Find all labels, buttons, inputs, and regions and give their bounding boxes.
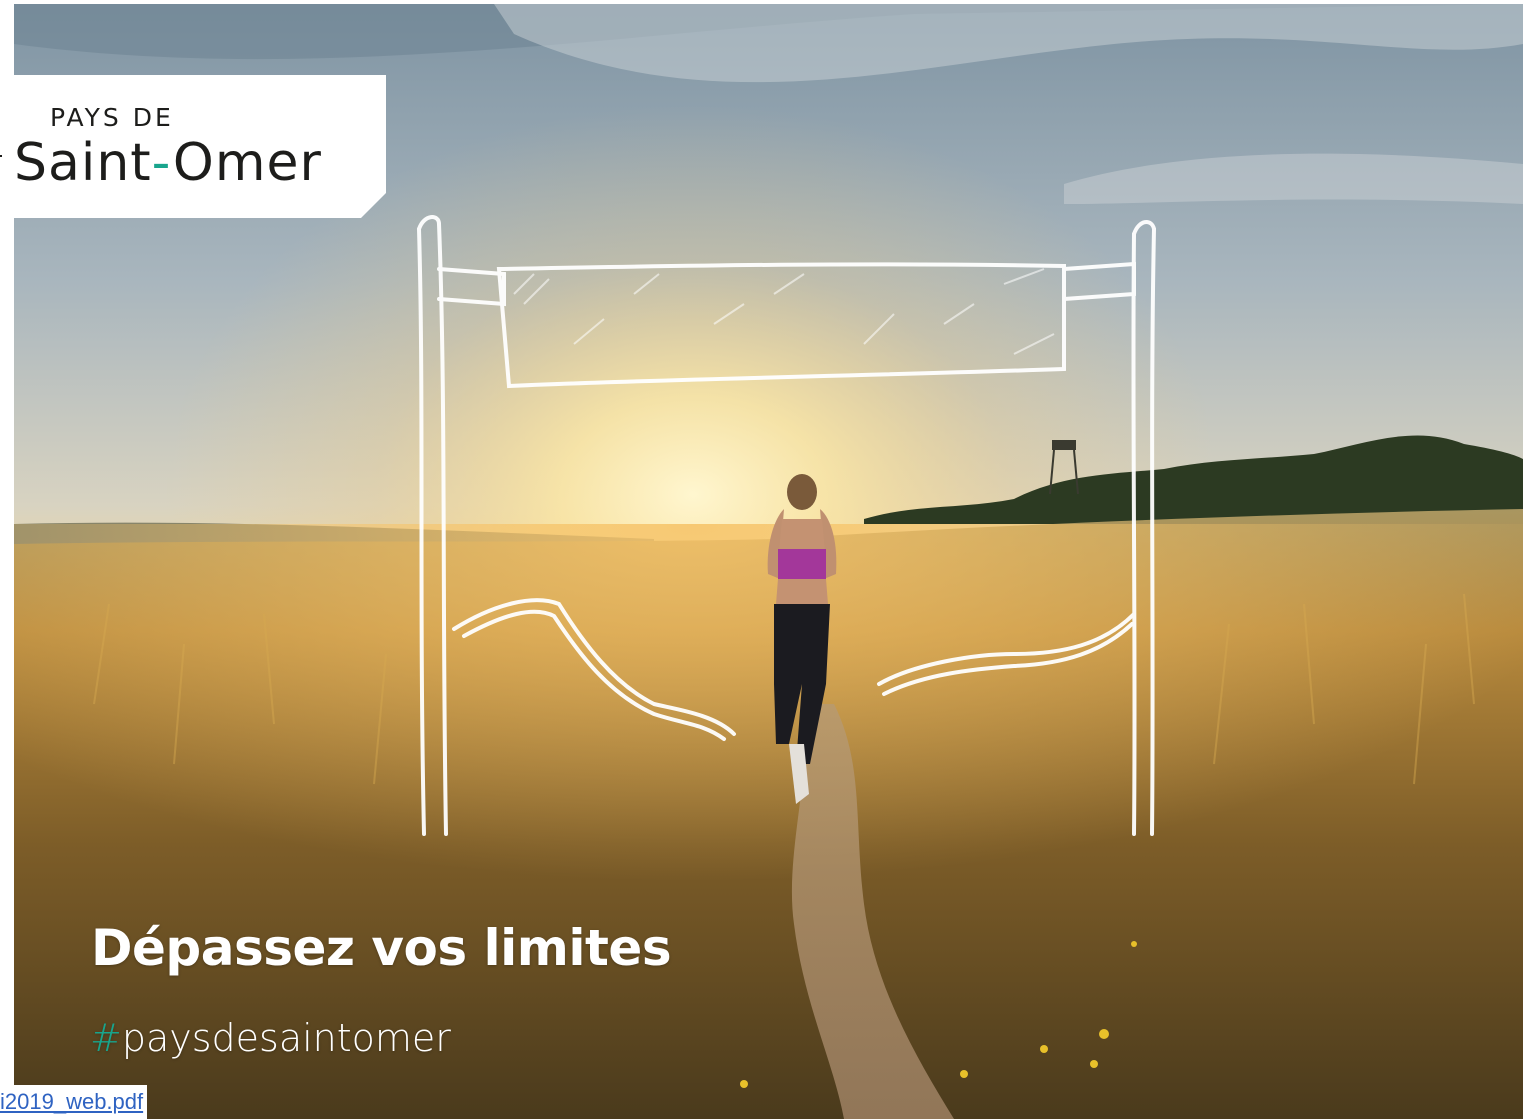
file-link[interactable]: i2019_web.pdf (0, 1085, 148, 1119)
page: PAYS DE Saint-Omer Dépassez vos limites … (0, 0, 1537, 1119)
poster-image: PAYS DE Saint-Omer Dépassez vos limites … (14, 4, 1523, 1119)
headline: Dépassez vos limites (91, 919, 672, 977)
logo-line-pays-de: PAYS DE (50, 103, 174, 132)
logo-word-omer: Omer (172, 133, 322, 193)
logo-line-saint-omer: Saint-Omer (14, 133, 322, 193)
logo-dash: - (151, 133, 173, 193)
hashtag-text: paysdesaintomer (121, 1016, 451, 1060)
hashtag-symbol: # (90, 1016, 122, 1060)
logo: PAYS DE Saint-Omer (14, 75, 386, 218)
hashtag: #paysdesaintomer (90, 1016, 451, 1060)
logo-word-saint: Saint (14, 133, 152, 193)
divider-line (0, 155, 2, 157)
